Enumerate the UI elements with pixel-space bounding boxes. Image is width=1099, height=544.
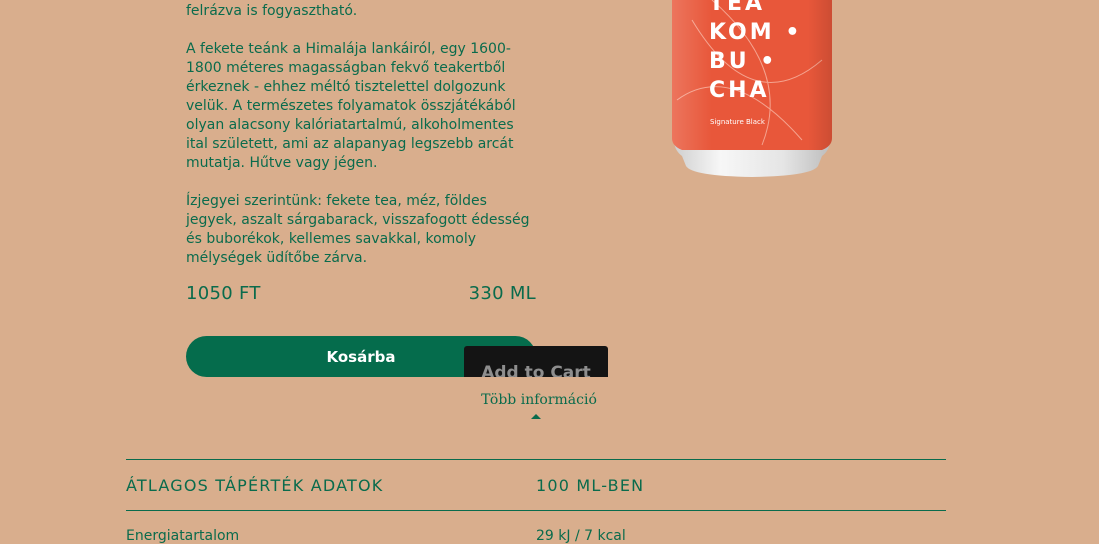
header-per-100ml: 100 ML-BEN: [536, 475, 645, 495]
row-name: Energiatartalom: [126, 528, 240, 544]
description-paragraph: A fekete teánk a Himalája lankáiról, egy…: [186, 41, 516, 171]
row-value: 29 kJ / 7 kcal: [536, 528, 626, 544]
price-volume-row: 1050 FT 330 ML: [186, 283, 536, 304]
table-row: Energiatartalom 29 kJ / 7 kcal: [126, 511, 946, 544]
product-price: 1050 FT: [186, 283, 261, 304]
can-text-line: KOM •: [709, 20, 802, 45]
caret-up-icon[interactable]: [531, 414, 541, 419]
can-text-line: CHA: [709, 78, 770, 103]
description-paragraph: Ízjegyei szerintünk: fekete tea, méz, fö…: [186, 193, 530, 266]
description-paragraph: felrázva is fogyasztható.: [186, 3, 358, 19]
more-info-toggle[interactable]: Több információ: [469, 392, 609, 408]
nutrition-table-header: ÁTLAGOS TÁPÉRTÉK ADATOK 100 ML-BEN: [126, 460, 946, 510]
header-nutrition-label: ÁTLAGOS TÁPÉRTÉK ADATOK: [126, 475, 384, 495]
can-label: Signature Black: [710, 118, 766, 126]
nutrition-table: ÁTLAGOS TÁPÉRTÉK ADATOK 100 ML-BEN Energ…: [126, 459, 946, 544]
product-volume: 330 ML: [468, 283, 536, 304]
add-to-cart-tooltip: Add to Cart: [464, 346, 608, 377]
can-text-line: TEA: [709, 0, 765, 16]
product-description: felrázva is fogyasztható. A fekete teánk…: [186, 2, 538, 287]
product-can-image: TEA KOM • BU • CHA Signature Black: [672, 0, 832, 178]
can-text-line: BU •: [709, 49, 777, 74]
